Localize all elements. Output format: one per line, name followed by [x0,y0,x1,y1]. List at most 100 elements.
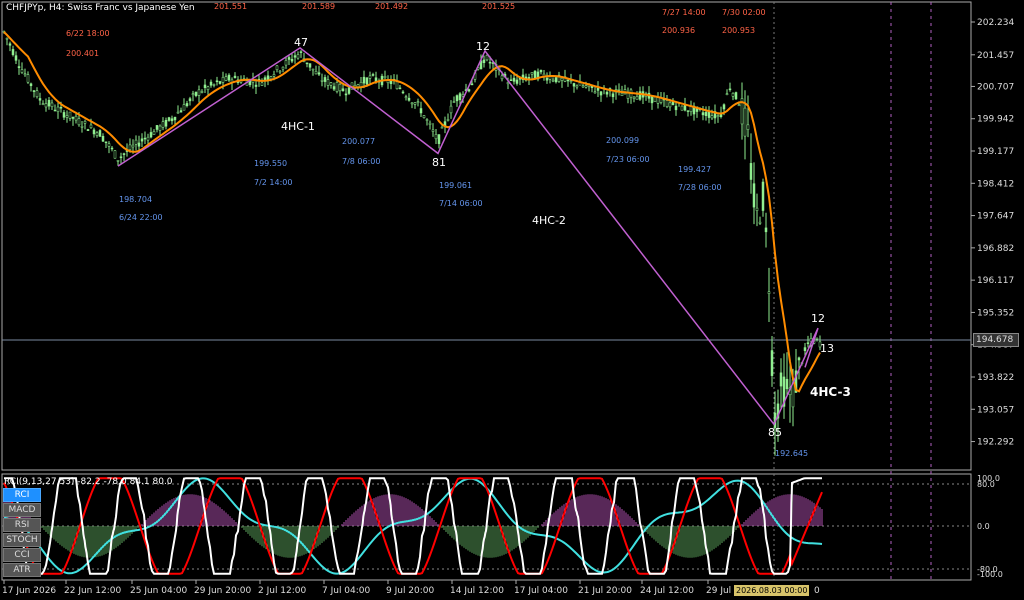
candle-body [344,93,348,96]
candle-body [434,134,438,140]
candle-body [293,55,297,58]
swing-label: 7/2 14:00 [254,178,292,187]
candle-body [89,124,93,128]
swing-label: 200.936 [662,26,695,35]
candle-body [35,90,39,98]
candle-body [263,77,267,81]
time-tick-label: 21 Jul 20:00 [578,586,632,596]
candle-body [704,111,708,117]
candle-body [290,58,294,62]
candle-body [8,43,12,46]
candle-body [14,55,18,61]
candle-body [137,142,141,147]
candle-body [185,103,189,107]
price-tick-label: 195.352 [977,308,1014,318]
candle-body [371,74,375,76]
candle-body [80,125,84,128]
candle-body [407,97,411,101]
candle-body [581,85,585,88]
swing-label: 7/23 06:00 [606,155,650,164]
candle-body [143,137,147,140]
candle-body [299,51,303,53]
candle-body [539,69,543,73]
rci-button[interactable]: RCI [3,488,41,502]
candle-body [104,141,108,144]
candle-body [572,83,576,87]
candle-body [689,106,693,112]
candle-body [347,87,351,94]
chart-title: CHFJPYp, H4: Swiss Franc vs Japanese Yen [6,3,195,13]
candle-body [176,111,180,114]
candle-body [560,77,564,81]
chart-canvas[interactable]: 202.234 201.457 200.707 199.942 199.177 198.4… [0,0,1024,600]
candle-body [308,63,312,68]
candle-body [422,115,426,118]
candle-body [278,70,282,73]
time-tick-label: 24 Jul 12:00 [640,586,694,596]
macd-button[interactable]: MACD [3,503,41,517]
candle-body [272,74,276,77]
candle-body [53,109,57,112]
wave-name-label: 4HC-2 [532,214,566,227]
candle-body [254,84,258,87]
cci-button[interactable]: CCI [3,548,41,562]
candle-body [164,119,168,127]
candle-body [596,87,600,91]
price-tick-label: 199.942 [977,115,1014,125]
candle-body [314,71,318,75]
swing-label: 200.401 [66,49,99,58]
candle-body [401,91,405,94]
candle-body [212,84,216,86]
candle-body [44,103,48,108]
candle-body [668,102,672,108]
rsi-button[interactable]: RSI [3,518,41,532]
candle-body [296,54,300,59]
atr-button[interactable]: ATR [3,563,41,577]
candle-body [326,79,330,86]
candle-body [218,81,222,84]
indicator-tick-label: -100.0 [977,570,1003,579]
indicator-tick-label: 80.0 [977,480,995,489]
price-tick-label: 200.707 [977,82,1014,92]
candle-body [227,74,231,81]
candle-body [725,93,729,95]
candle-body [284,60,288,66]
candle-body [431,129,435,132]
price-tick-label: 198.412 [977,179,1014,189]
swing-label: 200.099 [606,136,639,145]
stoch-button[interactable]: STOCH [3,533,41,547]
candle-body [29,83,33,87]
candle-body [815,337,819,340]
candle-body [404,96,408,98]
candle-body [620,92,624,97]
candle-body [452,101,456,103]
candle-body [287,57,291,60]
candle-body [416,101,420,103]
candle-body [764,227,768,233]
main-panel [1,1,972,471]
candle-body [224,76,228,81]
candle-body [599,91,603,96]
swing-label: 7/28 06:00 [678,183,722,192]
candle-body [62,112,66,118]
swing-label: 6/24 22:00 [119,213,163,222]
candle-body [17,66,21,68]
candle-body [26,74,30,83]
candle-body [707,111,711,118]
swing-label: 198.704 [119,195,152,204]
candle-body [203,84,207,88]
candle-body [425,119,429,121]
candle-body [365,77,369,85]
candle-body [182,104,186,111]
candle-body [686,110,690,112]
candle-body [455,95,459,102]
candle-body [767,291,771,294]
candle-body [233,75,237,79]
candle-body [59,106,63,109]
candle-body [728,88,732,91]
candle-body [77,118,81,126]
swing-label: 7/14 06:00 [439,199,483,208]
candle-body [188,98,192,102]
candle-body [635,96,639,100]
wave-count-label: 47 [294,36,308,49]
